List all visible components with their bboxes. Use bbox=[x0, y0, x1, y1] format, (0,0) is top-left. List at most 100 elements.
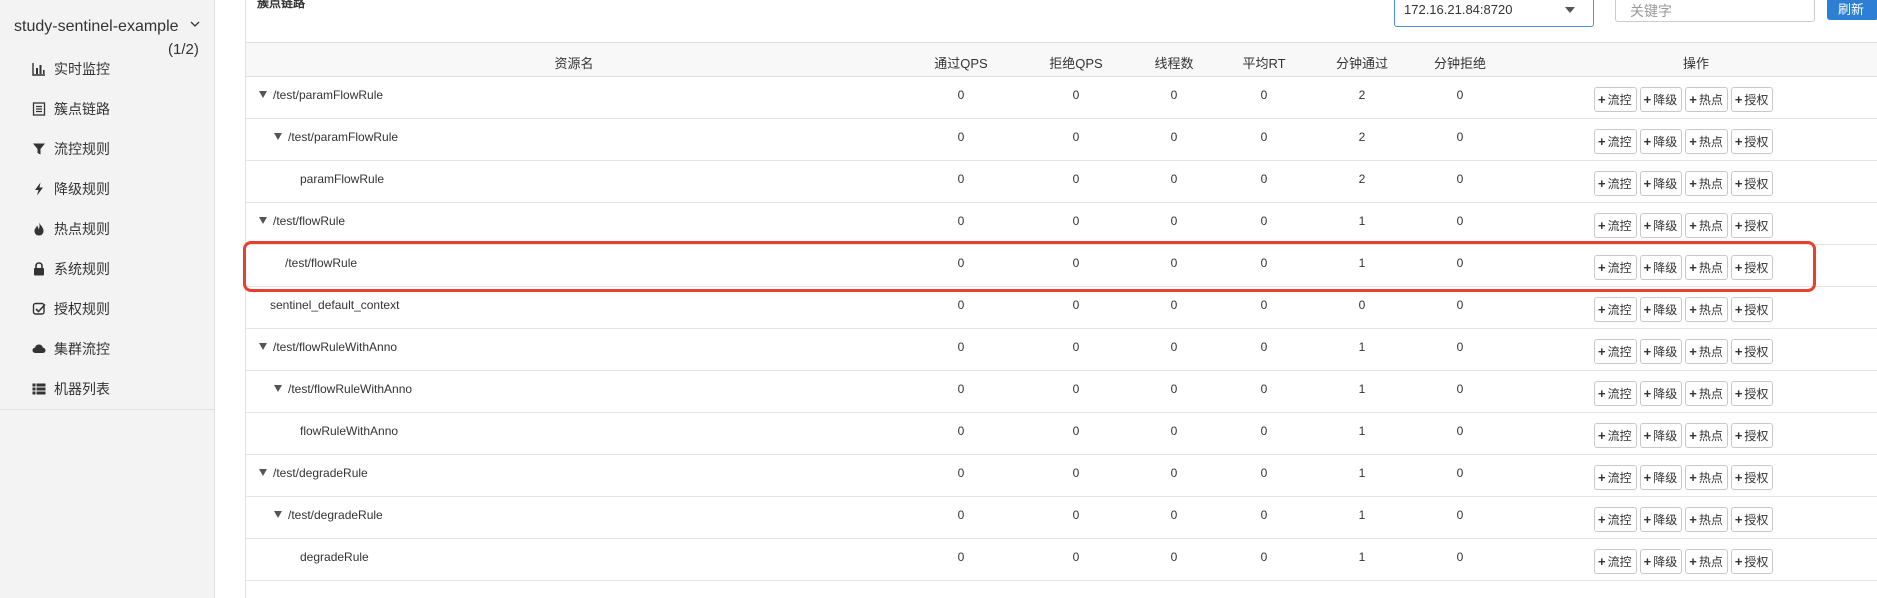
add-flow-rule-button[interactable]: + 流控 bbox=[1594, 87, 1637, 112]
sidebar-item-label: 热点规则 bbox=[54, 221, 110, 237]
sidebar-item-system-rules[interactable]: 系统规则 bbox=[0, 249, 215, 289]
add-auth-rule-button[interactable]: + 授权 bbox=[1730, 465, 1774, 490]
add-hotspot-rule-button[interactable]: + 热点 bbox=[1685, 339, 1728, 364]
add-flow-rule-button[interactable]: + 流控 bbox=[1594, 549, 1637, 574]
add-flow-rule-button[interactable]: + 流控 bbox=[1594, 339, 1637, 364]
expand-toggle-icon[interactable] bbox=[274, 133, 282, 140]
machine-select[interactable]: 172.16.21.84:8720 bbox=[1394, 0, 1594, 27]
sidebar-item-auth-rules[interactable]: 授权规则 bbox=[0, 289, 215, 329]
expand-toggle-icon[interactable] bbox=[274, 511, 282, 518]
add-degrade-rule-button[interactable]: + 降级 bbox=[1639, 381, 1683, 406]
add-degrade-rule-button[interactable]: + 降级 bbox=[1639, 255, 1683, 280]
op-button-label: 授权 bbox=[1744, 471, 1769, 485]
add-hotspot-rule-button[interactable]: + 热点 bbox=[1685, 129, 1728, 154]
add-auth-rule-button[interactable]: + 授权 bbox=[1730, 129, 1774, 154]
sidebar-item-hotspot-rules[interactable]: 热点规则 bbox=[0, 209, 215, 249]
cell-block-qps: 0 bbox=[1072, 424, 1080, 438]
check-square-icon bbox=[32, 302, 46, 316]
plus-icon: + bbox=[1689, 260, 1697, 275]
op-button-label: 流控 bbox=[1607, 219, 1632, 233]
add-degrade-rule-button[interactable]: + 降级 bbox=[1639, 465, 1683, 490]
cell-minute-pass: 0 bbox=[1358, 298, 1366, 312]
add-hotspot-rule-button[interactable]: + 热点 bbox=[1685, 213, 1728, 238]
add-auth-rule-button[interactable]: + 授权 bbox=[1730, 381, 1774, 406]
op-button-label: 降级 bbox=[1653, 429, 1678, 443]
expand-toggle-icon[interactable] bbox=[274, 385, 282, 392]
add-degrade-rule-button[interactable]: + 降级 bbox=[1639, 87, 1683, 112]
table-row: /test/degradeRule 0 0 0 0 1 0 + 流控 + 降级 + 热点 + 授权 bbox=[246, 497, 1877, 539]
plus-icon: + bbox=[1689, 218, 1697, 233]
add-hotspot-rule-button[interactable]: + 热点 bbox=[1685, 87, 1728, 112]
add-auth-rule-button[interactable]: + 授权 bbox=[1730, 171, 1774, 196]
refresh-button[interactable]: 刷新 bbox=[1827, 0, 1877, 20]
op-button-label: 授权 bbox=[1744, 429, 1769, 443]
add-hotspot-rule-button[interactable]: + 热点 bbox=[1685, 465, 1728, 490]
add-hotspot-rule-button[interactable]: + 热点 bbox=[1685, 171, 1728, 196]
add-degrade-rule-button[interactable]: + 降级 bbox=[1639, 549, 1683, 574]
add-flow-rule-button[interactable]: + 流控 bbox=[1594, 297, 1637, 322]
cell-minute-block: 0 bbox=[1456, 298, 1464, 312]
expand-toggle-icon[interactable] bbox=[259, 343, 267, 350]
add-degrade-rule-button[interactable]: + 降级 bbox=[1639, 339, 1683, 364]
add-degrade-rule-button[interactable]: + 降级 bbox=[1639, 423, 1683, 448]
sidebar-item-flow-rules[interactable]: 流控规则 bbox=[0, 129, 215, 169]
add-flow-rule-button[interactable]: + 流控 bbox=[1594, 381, 1637, 406]
plus-icon: + bbox=[1598, 176, 1606, 191]
add-auth-rule-button[interactable]: + 授权 bbox=[1730, 339, 1774, 364]
op-button-label: 降级 bbox=[1653, 555, 1678, 569]
main-panel: 簇点链路 172.16.21.84:8720 关键字 刷新 资源名 通过QPS … bbox=[245, 0, 1877, 598]
expand-toggle-icon[interactable] bbox=[259, 91, 267, 98]
add-auth-rule-button[interactable]: + 授权 bbox=[1730, 255, 1774, 280]
sidebar-item-cluster-flow[interactable]: 集群流控 bbox=[0, 329, 215, 369]
add-hotspot-rule-button[interactable]: + 热点 bbox=[1685, 381, 1728, 406]
add-hotspot-rule-button[interactable]: + 热点 bbox=[1685, 255, 1728, 280]
add-auth-rule-button[interactable]: + 授权 bbox=[1730, 507, 1774, 532]
add-degrade-rule-button[interactable]: + 降级 bbox=[1639, 171, 1683, 196]
add-auth-rule-button[interactable]: + 授权 bbox=[1730, 297, 1774, 322]
plus-icon: + bbox=[1689, 302, 1697, 317]
add-auth-rule-button[interactable]: + 授权 bbox=[1730, 87, 1774, 112]
search-input[interactable]: 关键字 bbox=[1615, 0, 1815, 22]
add-auth-rule-button[interactable]: + 授权 bbox=[1730, 423, 1774, 448]
cell-threads: 0 bbox=[1170, 130, 1178, 144]
expand-toggle-icon[interactable] bbox=[259, 469, 267, 476]
sidebar-item-degrade-rules[interactable]: 降级规则 bbox=[0, 169, 215, 209]
expand-toggle-icon[interactable] bbox=[259, 217, 267, 224]
plus-icon: + bbox=[1734, 134, 1743, 149]
add-flow-rule-button[interactable]: + 流控 bbox=[1594, 171, 1637, 196]
add-hotspot-rule-button[interactable]: + 热点 bbox=[1685, 549, 1728, 574]
app-name[interactable]: study-sentinel-example bbox=[14, 18, 179, 36]
add-degrade-rule-button[interactable]: + 降级 bbox=[1639, 213, 1683, 238]
add-degrade-rule-button[interactable]: + 降级 bbox=[1639, 129, 1683, 154]
cell-minute-block: 0 bbox=[1456, 466, 1464, 480]
add-hotspot-rule-button[interactable]: + 热点 bbox=[1685, 297, 1728, 322]
add-flow-rule-button[interactable]: + 流控 bbox=[1594, 465, 1637, 490]
add-flow-rule-button[interactable]: + 流控 bbox=[1594, 507, 1637, 532]
add-auth-rule-button[interactable]: + 授权 bbox=[1730, 213, 1774, 238]
chevron-down-icon[interactable] bbox=[189, 18, 201, 30]
sidebar-item-realtime-monitor[interactable]: 实时监控 bbox=[0, 49, 215, 89]
add-flow-rule-button[interactable]: + 流控 bbox=[1594, 129, 1637, 154]
add-flow-rule-button[interactable]: + 流控 bbox=[1594, 255, 1637, 280]
plus-icon: + bbox=[1734, 428, 1743, 443]
add-auth-rule-button[interactable]: + 授权 bbox=[1730, 549, 1774, 574]
add-hotspot-rule-button[interactable]: + 热点 bbox=[1685, 507, 1728, 532]
plus-icon: + bbox=[1643, 512, 1652, 527]
add-hotspot-rule-button[interactable]: + 热点 bbox=[1685, 423, 1728, 448]
table-row: /test/flowRule 0 0 0 0 1 0 + 流控 + 降级 + 热点 + 授权 bbox=[246, 203, 1877, 245]
cell-avg-rt: 0 bbox=[1260, 424, 1268, 438]
op-button-label: 降级 bbox=[1653, 177, 1678, 191]
add-flow-rule-button[interactable]: + 流控 bbox=[1594, 423, 1637, 448]
cell-minute-pass: 1 bbox=[1358, 550, 1366, 564]
add-flow-rule-button[interactable]: + 流控 bbox=[1594, 213, 1637, 238]
sidebar-item-cluster-link[interactable]: 簇点链路 bbox=[0, 89, 215, 129]
add-degrade-rule-button[interactable]: + 降级 bbox=[1639, 507, 1683, 532]
table-row: flowRuleWithAnno 0 0 0 0 1 0 + 流控 + 降级 + 热点 + 授权 bbox=[246, 413, 1877, 455]
page-title: 簇点链路 bbox=[257, 0, 306, 10]
cell-minute-block: 0 bbox=[1456, 508, 1464, 522]
sidebar-item-machine-list[interactable]: 机器列表 bbox=[0, 369, 215, 409]
cell-threads: 0 bbox=[1170, 466, 1178, 480]
resource-name: /test/degradeRule bbox=[288, 508, 383, 522]
add-degrade-rule-button[interactable]: + 降级 bbox=[1639, 297, 1683, 322]
op-button-label: 热点 bbox=[1698, 555, 1723, 569]
